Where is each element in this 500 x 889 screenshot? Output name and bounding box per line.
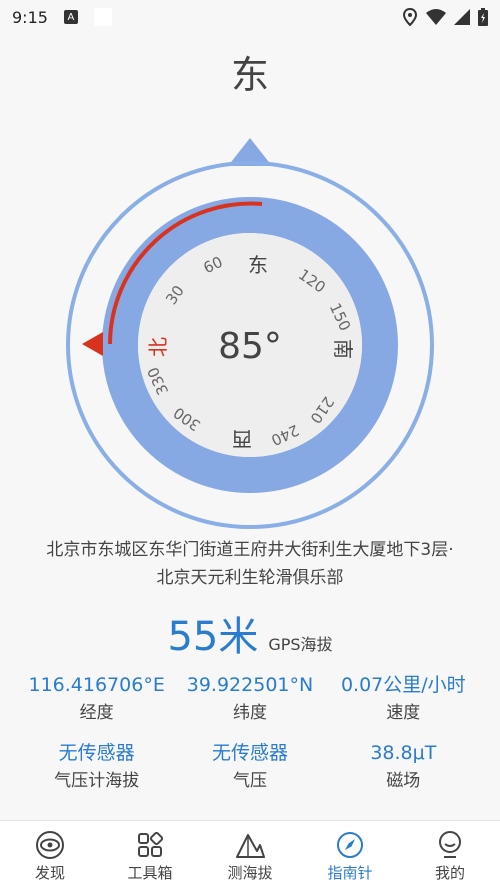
heading-marker-icon [82,332,103,356]
stat-label: 经度 [79,703,114,723]
app-notification-icon: A [63,10,78,24]
stat-value: 无传感器 [211,742,288,764]
nav-item-profile[interactable]: 我的 [400,828,500,883]
status-right [402,8,488,26]
nav-item-discover[interactable]: 发现 [0,828,100,883]
stat-value: 38.8μT [370,742,437,764]
stat-value: 116.416706°E [28,674,165,696]
altitude-label: GPS海拔 [268,635,333,654]
stat-longitude: 116.416706°E 经度 [20,670,173,726]
stat-value: 39.922501°N [186,674,314,696]
stat-label: 气压计海拔 [54,771,140,791]
profile-icon [400,828,500,862]
stats-grid: 116.416706°E 经度 39.922501°N 纬度 0.07公里/小时… [20,670,480,794]
notification-placeholder-icon [93,8,112,26]
compass-dial: 东 南 西 北 60 30 120 150 210 240 300 330 85… [0,120,500,550]
status-bar: 9:15 A [0,0,500,34]
stat-value: 无传感器 [58,742,135,764]
stat-latitude: 39.922501°N 纬度 [173,670,326,726]
cardinal-east: 东 [248,253,268,277]
stat-barometer-altitude: 无传感器 气压计海拔 [20,738,173,794]
nav-label: 工具箱 [127,863,173,882]
status-left: 9:15 A [12,8,112,27]
stat-speed: 0.07公里/小时 速度 [327,670,480,726]
heading-direction: 东 [230,53,269,97]
toolbox-icon [100,828,200,862]
nav-label: 指南针 [327,863,373,882]
stat-label: 磁场 [386,771,421,791]
battery-icon [478,8,488,26]
mountain-icon [200,828,300,862]
eye-icon [0,828,100,862]
cardinal-west: 西 [232,427,252,451]
stat-pressure: 无传感器 气压 [173,738,326,794]
compass-graphic: 东 南 西 北 60 30 120 150 210 240 300 330 85… [66,138,434,529]
bottom-nav: 发现 工具箱 测海拔 指南针 我的 [0,820,500,889]
nav-item-compass[interactable]: 指南针 [300,828,400,883]
stat-label: 纬度 [232,703,267,723]
nav-item-altitude[interactable]: 测海拔 [200,828,300,883]
altitude-value: 55米 [167,614,259,660]
location-icon [402,8,418,26]
location-address: 北京市东城区东华门街道王府井大街利生大厦地下3层·北京天元利生轮滑俱乐部 [46,540,454,588]
stat-value: 0.07公里/小时 [340,674,466,696]
nav-label: 测海拔 [227,863,273,882]
gps-altitude: 55米 GPS海拔 [0,604,500,662]
signal-icon [454,9,470,25]
cardinal-north: 北 [146,337,170,357]
status-time: 9:15 [12,7,48,27]
nav-label: 发现 [34,863,65,882]
nav-item-toolbox[interactable]: 工具箱 [100,828,200,883]
heading-degrees: 85° [218,326,282,367]
stat-label: 速度 [386,703,421,723]
stat-magnetic-field: 38.8μT 磁场 [327,738,480,794]
nav-label: 我的 [434,863,465,882]
stat-label: 气压 [232,771,267,791]
compass-icon [300,828,400,862]
cardinal-south: 南 [331,339,355,359]
wifi-icon [426,9,446,25]
